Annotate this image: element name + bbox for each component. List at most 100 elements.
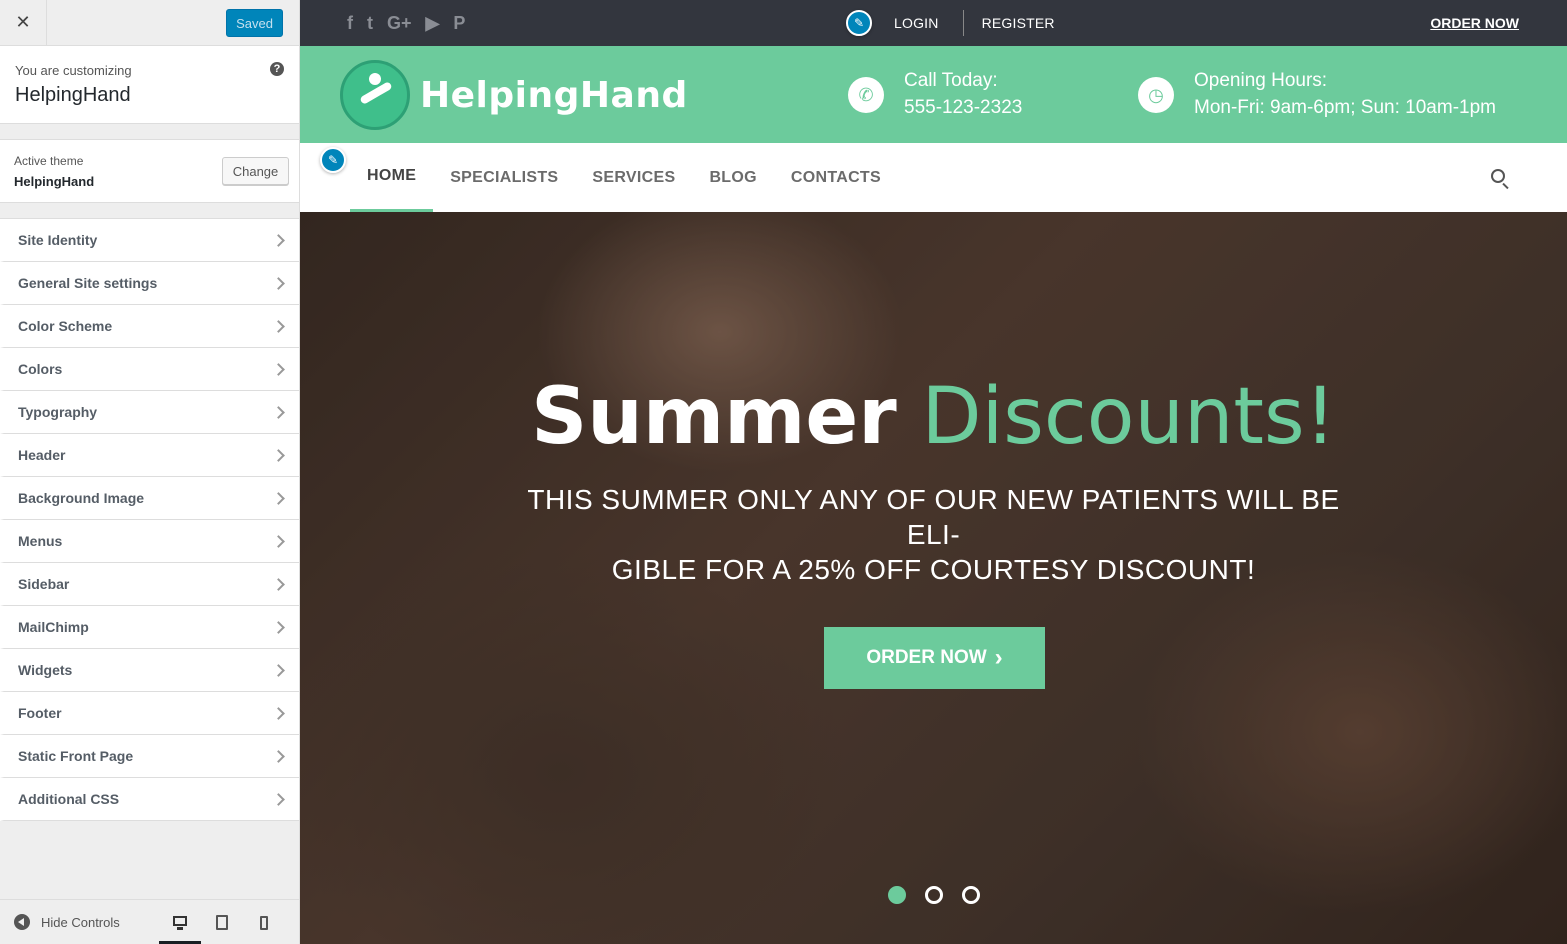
section-label: Widgets: [18, 662, 73, 678]
chevron-right-icon: [272, 620, 285, 634]
section-general-site-settings[interactable]: General Site settings: [0, 262, 299, 305]
section-typography[interactable]: Typography: [0, 391, 299, 434]
section-background-image[interactable]: Background Image: [0, 477, 299, 520]
opening-hours-block: ◷ Opening Hours: Mon-Fri: 9am-6pm; Sun: …: [1138, 67, 1496, 121]
tablet-icon: [216, 915, 228, 930]
main-navigation: ✎ HOME SPECIALISTS SERVICES BLOG CONTACT…: [300, 143, 1567, 212]
section-colors[interactable]: Colors: [0, 348, 299, 391]
desktop-icon: [173, 915, 187, 930]
chevron-right-icon: [272, 663, 285, 677]
google-plus-icon[interactable]: G+: [387, 12, 412, 34]
chevron-right-icon: [272, 749, 285, 763]
customizer-header: ✕ Saved: [0, 0, 299, 46]
login-link[interactable]: LOGIN: [894, 15, 939, 31]
device-preview-toggles: [159, 900, 285, 944]
site-header: HelpingHand ✆ Call Today: 555-123-2323 ◷…: [300, 46, 1567, 143]
preview-desktop-button[interactable]: [159, 900, 201, 944]
call-label: Call Today:: [904, 70, 998, 91]
mobile-icon: [260, 915, 268, 930]
hero-subtitle-line: GIBLE FOR A 25% OFF COURTESY DISCOUNT!: [611, 554, 1256, 585]
hero-subtitle-line: THIS SUMMER ONLY ANY OF OUR NEW PATIENTS…: [527, 484, 1340, 550]
edit-shortcut-icon[interactable]: ✎: [320, 147, 346, 173]
clock-icon: ◷: [1138, 77, 1174, 113]
section-label: MailChimp: [18, 619, 89, 635]
section-label: Typography: [18, 404, 98, 420]
divider: [962, 10, 964, 36]
preview-mobile-button[interactable]: [243, 900, 285, 944]
hero-order-now-button[interactable]: ORDER NOW ›: [824, 627, 1045, 689]
customizer-footer: Hide Controls: [0, 899, 299, 944]
chevron-right-icon: [272, 534, 285, 548]
nav-services[interactable]: SERVICES: [575, 143, 692, 212]
phone-icon: ✆: [848, 77, 884, 113]
chevron-right-icon: [272, 405, 285, 419]
nav-home[interactable]: HOME: [350, 143, 434, 212]
section-label: Header: [18, 447, 66, 463]
section-menus[interactable]: Menus: [0, 520, 299, 563]
section-sidebar[interactable]: Sidebar: [0, 563, 299, 606]
nav-blog[interactable]: BLOG: [692, 143, 773, 212]
logo-text: HelpingHand: [420, 74, 688, 116]
chevron-right-icon: [272, 491, 285, 505]
chevron-right-icon: ›: [994, 644, 1003, 671]
section-additional-css[interactable]: Additional CSS: [0, 778, 299, 821]
chevron-right-icon: [272, 233, 285, 247]
site-name: HelpingHand: [15, 84, 131, 106]
close-icon[interactable]: ✕: [0, 0, 47, 45]
chevron-right-icon: [272, 448, 285, 462]
section-label: Site Identity: [18, 232, 98, 248]
chevron-right-icon: [272, 276, 285, 290]
section-label: Background Image: [18, 490, 145, 506]
site-logo[interactable]: HelpingHand: [340, 60, 688, 130]
twitter-icon[interactable]: t: [367, 12, 373, 34]
section-header[interactable]: Header: [0, 434, 299, 477]
site-topbar: f t G+ ▶ P ✎ LOGIN REGISTER ORDER NOW: [300, 0, 1567, 46]
hide-controls-button[interactable]: Hide Controls: [14, 914, 120, 930]
hours-label: Opening Hours:: [1194, 70, 1328, 91]
register-link[interactable]: REGISTER: [982, 15, 1055, 31]
preview-tablet-button[interactable]: [201, 900, 243, 944]
section-static-front-page[interactable]: Static Front Page: [0, 735, 299, 778]
active-theme-section: Active theme HelpingHand Change: [0, 139, 299, 203]
section-widgets[interactable]: Widgets: [0, 649, 299, 692]
chevron-right-icon: [272, 792, 285, 806]
hours-value: Mon-Fri: 9am-6pm; Sun: 10am-1pm: [1194, 97, 1496, 118]
chevron-right-icon: [272, 577, 285, 591]
site-preview: f t G+ ▶ P ✎ LOGIN REGISTER ORDER NOW He…: [300, 0, 1567, 944]
pinterest-icon[interactable]: P: [453, 12, 465, 34]
section-label: Additional CSS: [18, 791, 120, 807]
collapse-arrow-icon: [14, 914, 30, 930]
customizer-panel: ✕ Saved You are customizing HelpingHand …: [0, 0, 300, 944]
customizing-label: You are customizing: [15, 63, 132, 78]
section-label: General Site settings: [18, 275, 158, 291]
slide-dot-2[interactable]: [925, 886, 943, 904]
section-label: Colors: [18, 361, 63, 377]
section-color-scheme[interactable]: Color Scheme: [0, 305, 299, 348]
section-label: Color Scheme: [18, 318, 113, 334]
help-icon[interactable]: ?: [270, 62, 284, 76]
section-label: Menus: [18, 533, 63, 549]
change-theme-button[interactable]: Change: [222, 157, 289, 185]
chevron-right-icon: [272, 362, 285, 376]
order-now-link[interactable]: ORDER NOW: [1430, 15, 1519, 31]
search-icon[interactable]: [1491, 169, 1505, 183]
section-mailchimp[interactable]: MailChimp: [0, 606, 299, 649]
nav-contacts[interactable]: CONTACTS: [774, 143, 898, 212]
saved-button[interactable]: Saved: [226, 9, 283, 37]
customizer-sections: Site Identity General Site settings Colo…: [0, 218, 299, 821]
slide-dot-1[interactable]: [888, 886, 906, 904]
slide-dot-3[interactable]: [962, 886, 980, 904]
section-footer[interactable]: Footer: [0, 692, 299, 735]
hero-title-green: Discounts!: [921, 372, 1336, 462]
social-links: f t G+ ▶ P: [347, 12, 465, 34]
hero-title-white: Summer: [531, 372, 897, 462]
logo-icon: [340, 60, 410, 130]
hero-subtitle: THIS SUMMER ONLY ANY OF OUR NEW PATIENTS…: [500, 482, 1367, 587]
edit-shortcut-icon[interactable]: ✎: [846, 10, 872, 36]
nav-specialists[interactable]: SPECIALISTS: [433, 143, 575, 212]
section-site-identity[interactable]: Site Identity: [0, 219, 299, 262]
section-label: Sidebar: [18, 576, 70, 592]
call-value: 555-123-2323: [904, 97, 1023, 118]
facebook-icon[interactable]: f: [347, 12, 353, 34]
youtube-icon[interactable]: ▶: [426, 12, 440, 34]
